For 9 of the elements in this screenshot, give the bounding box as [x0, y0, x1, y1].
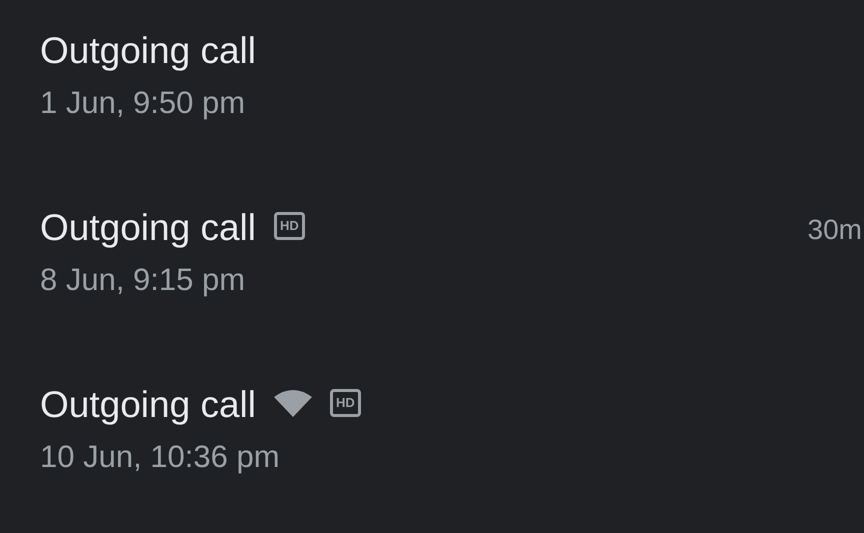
- call-title: Outgoing call: [40, 383, 256, 427]
- call-title: Outgoing call: [40, 206, 256, 250]
- hd-badge: HD: [330, 389, 361, 417]
- call-time: 1 Jun, 9:50 pm: [40, 84, 246, 122]
- call-time: 8 Jun, 9:15 pm: [40, 261, 246, 299]
- call-time: 10 Jun, 10:36 pm: [40, 438, 281, 476]
- hd-badge: HD: [274, 212, 305, 240]
- call-duration: 30m: [808, 213, 862, 247]
- call-title: Outgoing call: [40, 29, 256, 73]
